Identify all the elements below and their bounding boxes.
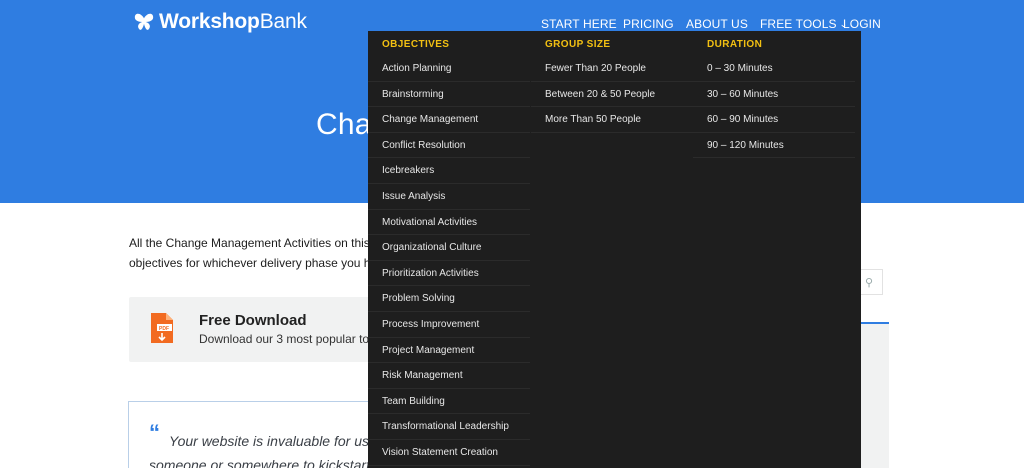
menu-item-risk-management[interactable]: Risk Management [368,363,530,389]
menu-item-30-60-minutes[interactable]: 30 – 60 Minutes [693,82,855,108]
free-tools-mega-menu: OBJECTIVES Action Planning Brainstorming… [368,31,861,468]
menu-item-vision-statement-creation[interactable]: Vision Statement Creation [368,440,530,466]
objectives-heading: OBJECTIVES [382,39,450,50]
menu-item-issue-analysis[interactable]: Issue Analysis [368,184,530,210]
menu-item-team-building[interactable]: Team Building [368,389,530,415]
group-size-column: GROUP SIZE Fewer Than 20 People Between … [531,31,693,133]
menu-item-change-management[interactable]: Change Management [368,107,530,133]
nav-pricing[interactable]: PRICING [623,17,674,31]
download-subtitle: Download our 3 most popular too [199,332,369,346]
nav-about-us[interactable]: ABOUT US [686,17,748,31]
group-size-heading: GROUP SIZE [545,39,611,50]
nav-free-tools-label: FREE TOOLS [760,17,837,31]
menu-item-organizational-culture[interactable]: Organizational Culture [368,235,530,261]
menu-item-action-planning[interactable]: Action Planning [368,56,530,82]
testimonial-line-2: someone or somewhere to kickstart [149,457,370,468]
menu-item-icebreakers[interactable]: Icebreakers [368,158,530,184]
menu-item-prioritization-activities[interactable]: Prioritization Activities [368,261,530,287]
download-title: Free Download [199,312,307,329]
menu-item-problem-solving[interactable]: Problem Solving [368,286,530,312]
duration-heading: DURATION [707,39,763,50]
menu-item-90-120-minutes[interactable]: 90 – 120 Minutes [693,133,855,159]
pdf-download-icon: PDF [151,313,173,343]
sidebar-panel [861,322,889,468]
nav-free-tools[interactable]: FREE TOOLS ⌄ [760,17,847,31]
testimonial-card: “ Your website is invaluable for us some… [128,401,370,468]
intro-line-2: objectives for whichever delivery phase … [129,256,371,270]
menu-item-60-90-minutes[interactable]: 60 – 90 Minutes [693,107,855,133]
testimonial-text: Your website is invaluable for us someon… [149,429,371,468]
menu-item-fewer-than-20[interactable]: Fewer Than 20 People [531,56,693,82]
menu-item-transformational-leadership[interactable]: Transformational Leadership [368,414,530,440]
search-icon[interactable]: ⚲ [865,276,873,289]
nav-login[interactable]: LOGIN [843,17,881,31]
menu-item-between-20-50[interactable]: Between 20 & 50 People [531,82,693,108]
nav-start-here[interactable]: START HERE [541,17,617,31]
menu-item-process-improvement[interactable]: Process Improvement [368,312,530,338]
menu-item-0-30-minutes[interactable]: 0 – 30 Minutes [693,56,855,82]
free-download-banner[interactable]: PDF Free Download Download our 3 most po… [129,297,370,362]
menu-item-more-than-50[interactable]: More Than 50 People [531,107,693,133]
intro-paragraph: All the Change Management Activities on … [129,233,379,273]
menu-item-conflict-resolution[interactable]: Conflict Resolution [368,133,530,159]
menu-item-project-management[interactable]: Project Management [368,338,530,364]
menu-item-brainstorming[interactable]: Brainstorming [368,82,530,108]
intro-line-1: All the Change Management Activities on … [129,236,370,250]
menu-item-motivational-activities[interactable]: Motivational Activities [368,210,530,236]
testimonial-line-1: Your website is invaluable for us [169,433,369,449]
search-box[interactable]: ⚲ [861,269,883,295]
objectives-column: OBJECTIVES Action Planning Brainstorming… [368,31,530,466]
duration-column: DURATION 0 – 30 Minutes 30 – 60 Minutes … [693,31,855,159]
pdf-icon-label: PDF [159,326,169,332]
